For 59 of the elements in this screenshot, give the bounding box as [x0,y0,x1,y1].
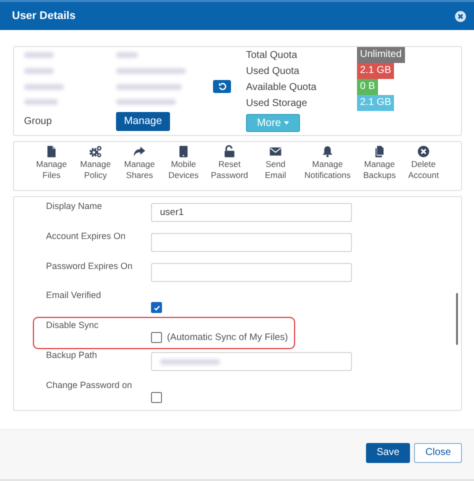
checkbox[interactable] [151,332,162,344]
tablet-icon [177,145,190,158]
blurred-label [24,68,54,74]
quota-label: Used Quota [246,66,300,76]
field-label: Email Verified [46,290,102,300]
unlock-icon [223,145,236,158]
blurred-value [116,84,182,90]
toolbar-button[interactable]: Manage Policy [74,145,118,187]
manage-button[interactable]: Manage [116,112,170,131]
save-button[interactable]: Save [366,442,410,462]
toolbar-button[interactable]: Manage Files [30,145,74,187]
file-icon [45,145,58,158]
toolbar-button[interactable]: Manage Backups [358,145,402,187]
quota-badge: 0 B [357,79,378,95]
field-label: Password Expires On [46,260,134,271]
blurred-label [24,99,58,106]
blurred-value [116,99,176,106]
quota-badge: 2.1 GB [357,95,394,111]
bell-icon [321,145,334,158]
close-button[interactable]: Close [414,442,462,462]
field-label: Account Expires On [46,230,127,241]
scrollbar[interactable] [456,293,458,345]
quota-label: Used Storage [246,98,308,108]
toolbar-button[interactable]: Manage Notifications [298,145,358,187]
field-label: Display Name [46,201,104,211]
quota-label: Available Quota [246,82,318,92]
input-field[interactable] [151,232,352,252]
checkbox[interactable] [151,392,162,404]
input-field[interactable] [151,352,352,372]
caret-icon [284,121,289,125]
input-field[interactable] [151,262,352,282]
documents-icon [373,145,386,158]
quota-label: Total Quota [246,50,298,60]
close-icon[interactable] [455,10,466,22]
toolbar-button[interactable]: Send Email [254,145,298,187]
field-label: Change Password on [46,380,134,390]
blurred-value [116,68,186,74]
field-label: Backup Path [46,350,98,360]
input-field[interactable]: user1 [151,203,352,222]
checkbox[interactable] [151,302,162,314]
toolbar-button[interactable]: Manage Shares [118,145,162,187]
refresh-button[interactable] [213,80,231,94]
toolbar-button[interactable]: Reset Password [206,145,254,187]
window-title: User Details [12,10,76,22]
envelope-icon [269,145,282,158]
delete-icon [417,145,430,158]
checkbox-label: (Automatic Sync of My Files) [167,332,288,344]
refresh-icon [218,82,226,92]
field-label: Disable Sync [46,320,100,330]
share-icon [133,145,146,158]
blurred-value [116,52,138,58]
quota-badge: Unlimited [357,47,405,63]
blurred-label [24,52,54,58]
toolbar-button[interactable]: Mobile Devices [162,145,206,187]
quota-badge: 2.1 GB [357,63,394,79]
blurred-label [24,84,64,90]
toolbar-button[interactable]: Delete Account [402,145,446,187]
gears-icon [89,145,102,158]
group-label: Group [24,116,53,127]
